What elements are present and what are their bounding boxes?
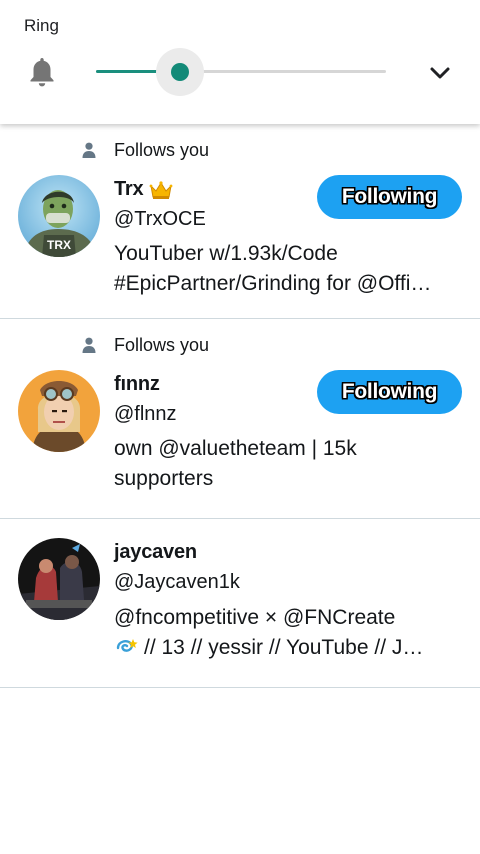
avatar[interactable]	[18, 370, 100, 452]
crown-icon	[150, 180, 173, 199]
avatar[interactable]: TRX	[18, 175, 100, 257]
user-bio: YouTuber w/1.93k/Code #EpicPartner/Grind…	[114, 239, 464, 299]
follows-you-row: Follows you	[82, 335, 209, 355]
volume-slider[interactable]	[96, 44, 386, 100]
bio-line: supporters	[114, 467, 214, 490]
user-bio: own @valuetheteam | 15k supporters	[114, 434, 464, 494]
follows-you-row: Follows you	[82, 140, 209, 160]
name-row: jaycaven	[114, 541, 197, 564]
user-card[interactable]: Follows you TRX Trx @TrxOCE YouTuber w/1…	[0, 124, 480, 319]
following-button-label: Following	[341, 380, 438, 403]
bio-line: #EpicPartner/Grinding for @Offi…	[114, 272, 432, 295]
chevron-down-icon[interactable]	[428, 62, 452, 84]
bio-line-text: // 13 // yessir // YouTube // J…	[144, 636, 424, 659]
user-handle: @flnnz	[114, 403, 177, 425]
name-row: fınnz	[114, 373, 160, 396]
user-card[interactable]: Follows you fınnz @flnnz own @valuethete…	[0, 319, 480, 519]
name-row: Trx	[114, 178, 173, 201]
svg-text:TRX: TRX	[47, 238, 71, 252]
user-handle: @Jaycaven1k	[114, 571, 240, 593]
dizzy-icon	[116, 639, 138, 652]
volume-panel: Ring	[0, 0, 480, 124]
bio-line: own @valuetheteam | 15k	[114, 437, 357, 460]
display-name: fınnz	[114, 373, 160, 395]
person-icon	[82, 337, 96, 353]
slider-thumb[interactable]	[171, 63, 190, 81]
follows-you-label: Follows you	[114, 139, 210, 160]
following-button[interactable]: Following	[317, 175, 462, 219]
stream-label: Ring	[24, 16, 59, 35]
user-card[interactable]: jaycaven @Jaycaven1k @fncompetitive × @F…	[0, 519, 480, 688]
avatar[interactable]	[18, 538, 100, 620]
bio-line-with-emoji: // 13 // yessir // YouTube // J…	[114, 633, 464, 663]
bio-line: YouTuber w/1.93k/Code	[114, 242, 338, 265]
user-bio: @fncompetitive × @FNCreate // 13 // yess…	[114, 603, 464, 663]
user-list: Follows you TRX Trx @TrxOCE YouTuber w/1…	[0, 124, 480, 688]
following-button[interactable]: Following	[317, 370, 462, 414]
user-handle: @TrxOCE	[114, 208, 206, 230]
display-name: jaycaven	[114, 541, 197, 563]
bio-line: @fncompetitive × @FNCreate	[114, 606, 396, 629]
person-icon	[82, 142, 96, 158]
bell-icon[interactable]	[28, 56, 56, 88]
follows-you-label: Follows you	[114, 334, 210, 355]
following-button-label: Following	[341, 185, 438, 208]
display-name: Trx	[114, 178, 144, 200]
